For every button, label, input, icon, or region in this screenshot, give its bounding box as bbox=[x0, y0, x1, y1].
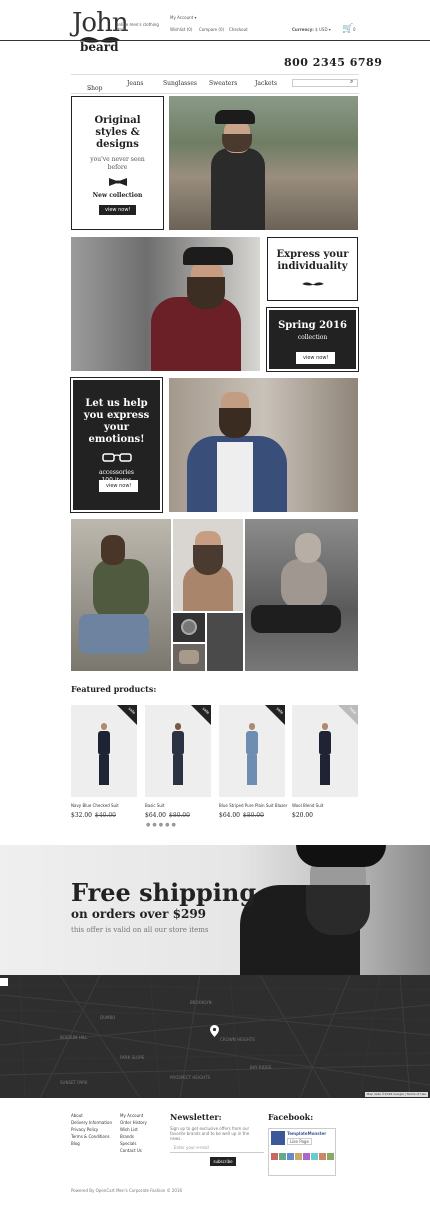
promo-original-styles: Original styles & designs you've never s… bbox=[71, 96, 164, 230]
mustache-icon bbox=[301, 282, 324, 286]
product-card[interactable]: sale Blue Striped Pure Plain Suit Blazer… bbox=[219, 705, 287, 819]
photo-man-pipe-velvet bbox=[71, 237, 260, 371]
product-name[interactable]: Basic Suit bbox=[145, 803, 165, 808]
photo-detail bbox=[207, 613, 243, 671]
cart-count: 0 bbox=[353, 27, 356, 32]
promo3-view-button[interactable]: view now! bbox=[296, 352, 336, 364]
header-divider bbox=[0, 40, 430, 41]
email-input[interactable]: Enter your e-mail bbox=[170, 1145, 264, 1153]
footer-link-about[interactable]: About bbox=[71, 1112, 112, 1119]
footer-link-brands[interactable]: Brands bbox=[120, 1133, 147, 1140]
footer-col-info: About Delivery Information Privacy Polic… bbox=[71, 1112, 112, 1147]
product-price: $64.00 $80.00 bbox=[219, 812, 264, 819]
footer-link-blog[interactable]: Blog bbox=[71, 1140, 112, 1147]
compare-link[interactable]: Compare (0) bbox=[199, 27, 224, 32]
promo4-label: accessories bbox=[98, 469, 135, 476]
promo1-title: Original styles & designs bbox=[94, 115, 141, 150]
featured-heading: Featured products: bbox=[71, 684, 157, 694]
product-price: $64.00 $80.00 bbox=[145, 812, 190, 819]
product-name[interactable]: Blue Striped Pure Plain Suit Blazer bbox=[219, 803, 287, 808]
facebook-followers bbox=[271, 1153, 334, 1160]
footer-link-account[interactable]: My Account bbox=[120, 1112, 147, 1119]
wishlist-link[interactable]: Wishlist (0) bbox=[170, 27, 192, 32]
photo-man-reading bbox=[71, 519, 171, 671]
promo4-title: Let us help you express your emotions! bbox=[83, 398, 150, 445]
page: { "header": { "logo_top": "John", "logo_… bbox=[0, 0, 430, 1213]
footer-link-wishlist[interactable]: Wish List bbox=[120, 1126, 147, 1133]
photo-tattooed-man bbox=[173, 519, 243, 611]
map-attribution: Map data ©2016 Google | Terms of Use bbox=[364, 1092, 428, 1097]
newsletter-title: Newsletter: bbox=[170, 1112, 222, 1122]
facebook-widget[interactable]: TemplateMonster Like Page bbox=[268, 1128, 336, 1176]
footer-link-specials[interactable]: Specials bbox=[120, 1140, 147, 1147]
fb-like-button[interactable]: Like Page bbox=[287, 1138, 312, 1145]
newsletter-text: Sign up to get exclusive offers from our… bbox=[170, 1126, 250, 1141]
carousel-dots[interactable]: ●●●●● bbox=[146, 822, 178, 828]
bowtie-icon bbox=[108, 178, 127, 186]
nav-sunglasses[interactable]: Sunglasses bbox=[163, 80, 197, 87]
product-image bbox=[98, 723, 110, 785]
shipping-title: Free shipping bbox=[71, 878, 257, 907]
currency-selector[interactable]: Currency: $ USD ▾ bbox=[292, 27, 331, 32]
product-card[interactable]: new Wool Blend Suit $20.00 bbox=[292, 705, 358, 819]
product-name[interactable]: Navy Blue Checked Suit bbox=[71, 803, 119, 808]
promo-spring-collection: Spring 2016 collection view now! bbox=[266, 307, 359, 372]
phone-number: 800 2345 6789 bbox=[284, 56, 383, 69]
glasses-icon bbox=[101, 453, 132, 462]
product-name[interactable]: Wool Blend Suit bbox=[292, 803, 323, 808]
product-image bbox=[319, 723, 331, 785]
footer-link-privacy[interactable]: Privacy Policy bbox=[71, 1126, 112, 1133]
photo-watch bbox=[173, 613, 205, 642]
chevron-down-icon: ⌄ bbox=[87, 85, 93, 92]
copyright: Powered By OpenCart Men's Corporate Fash… bbox=[71, 1188, 183, 1193]
account-link[interactable]: My Account ▾ bbox=[170, 15, 197, 20]
promo2-title: Express your individuality bbox=[276, 249, 349, 272]
facebook-avatar bbox=[271, 1131, 285, 1145]
photo-man-sitting bbox=[245, 519, 358, 671]
facebook-title: Facebook: bbox=[268, 1112, 314, 1122]
footer-link-orders[interactable]: Order History bbox=[120, 1119, 147, 1126]
footer-link-contact[interactable]: Contact Us bbox=[120, 1147, 147, 1154]
promo3-title: Spring 2016 bbox=[278, 320, 347, 331]
promo1-view-button[interactable]: view now! bbox=[98, 204, 138, 216]
photo-man-hat-vest bbox=[169, 96, 358, 230]
shipping-note: this offer is valid on all our store ite… bbox=[71, 926, 209, 934]
footer-col-account: My Account Order History Wish List Brand… bbox=[120, 1112, 147, 1154]
logo-subtext: beard bbox=[80, 40, 119, 54]
photo-man-blue-blazer bbox=[169, 378, 358, 512]
shipping-subtitle: on orders over $299 bbox=[71, 907, 207, 921]
search-icon[interactable]: ⌕ bbox=[350, 78, 353, 86]
nav-sweaters[interactable]: Sweaters bbox=[209, 80, 237, 87]
map[interactable]: BROOKLYN DUMBO BOERUM HILL PARK SLOPE CR… bbox=[0, 975, 430, 1098]
promo3-label: collection bbox=[297, 334, 328, 341]
promo-express-emotions: Let us help you express your emotions! a… bbox=[70, 377, 163, 513]
map-pin-icon[interactable] bbox=[210, 1025, 219, 1037]
product-card[interactable]: sale Navy Blue Checked Suit $32.00 $40.00 bbox=[71, 705, 137, 819]
footer-link-terms[interactable]: Terms & Conditions bbox=[71, 1133, 112, 1140]
promo1-label: New collection bbox=[92, 192, 143, 199]
nav-jeans[interactable]: Jeans bbox=[127, 80, 143, 87]
cart-icon[interactable]: 🛒 bbox=[342, 24, 353, 34]
product-price: $20.00 bbox=[292, 812, 313, 819]
nav-jackets[interactable]: Jackets bbox=[255, 80, 277, 87]
product-price: $32.00 $40.00 bbox=[71, 812, 116, 819]
map-zoom-control[interactable] bbox=[0, 978, 8, 986]
subscribe-button[interactable]: subscribe bbox=[210, 1157, 236, 1166]
footer-link-delivery[interactable]: Delivery Information bbox=[71, 1119, 112, 1126]
checkout-link[interactable]: Checkout bbox=[229, 27, 248, 32]
photo-accessory bbox=[173, 644, 205, 671]
search-input[interactable] bbox=[292, 79, 358, 87]
promo1-subtitle: you've never seen before bbox=[90, 156, 145, 171]
product-image bbox=[172, 723, 184, 785]
product-card[interactable]: sale Basic Suit $64.00 $80.00 bbox=[145, 705, 211, 819]
promo-express-individuality: Express your individuality bbox=[267, 237, 358, 301]
promo4-view-button[interactable]: view now! bbox=[99, 480, 139, 492]
free-shipping-banner bbox=[0, 845, 430, 975]
tagline: online men's clothing store bbox=[116, 22, 159, 32]
product-image bbox=[246, 723, 258, 785]
